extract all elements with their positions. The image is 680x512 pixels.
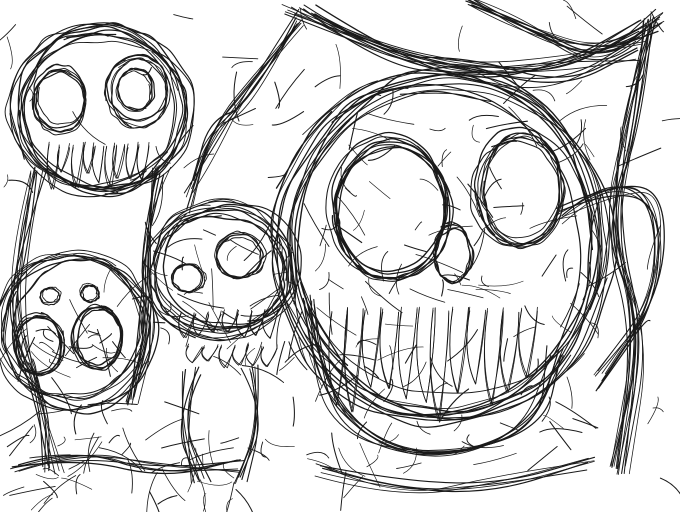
skull-sketch-drawing xyxy=(0,0,680,512)
small-skull-hatch xyxy=(153,321,166,324)
sketch-canvas xyxy=(0,0,680,512)
